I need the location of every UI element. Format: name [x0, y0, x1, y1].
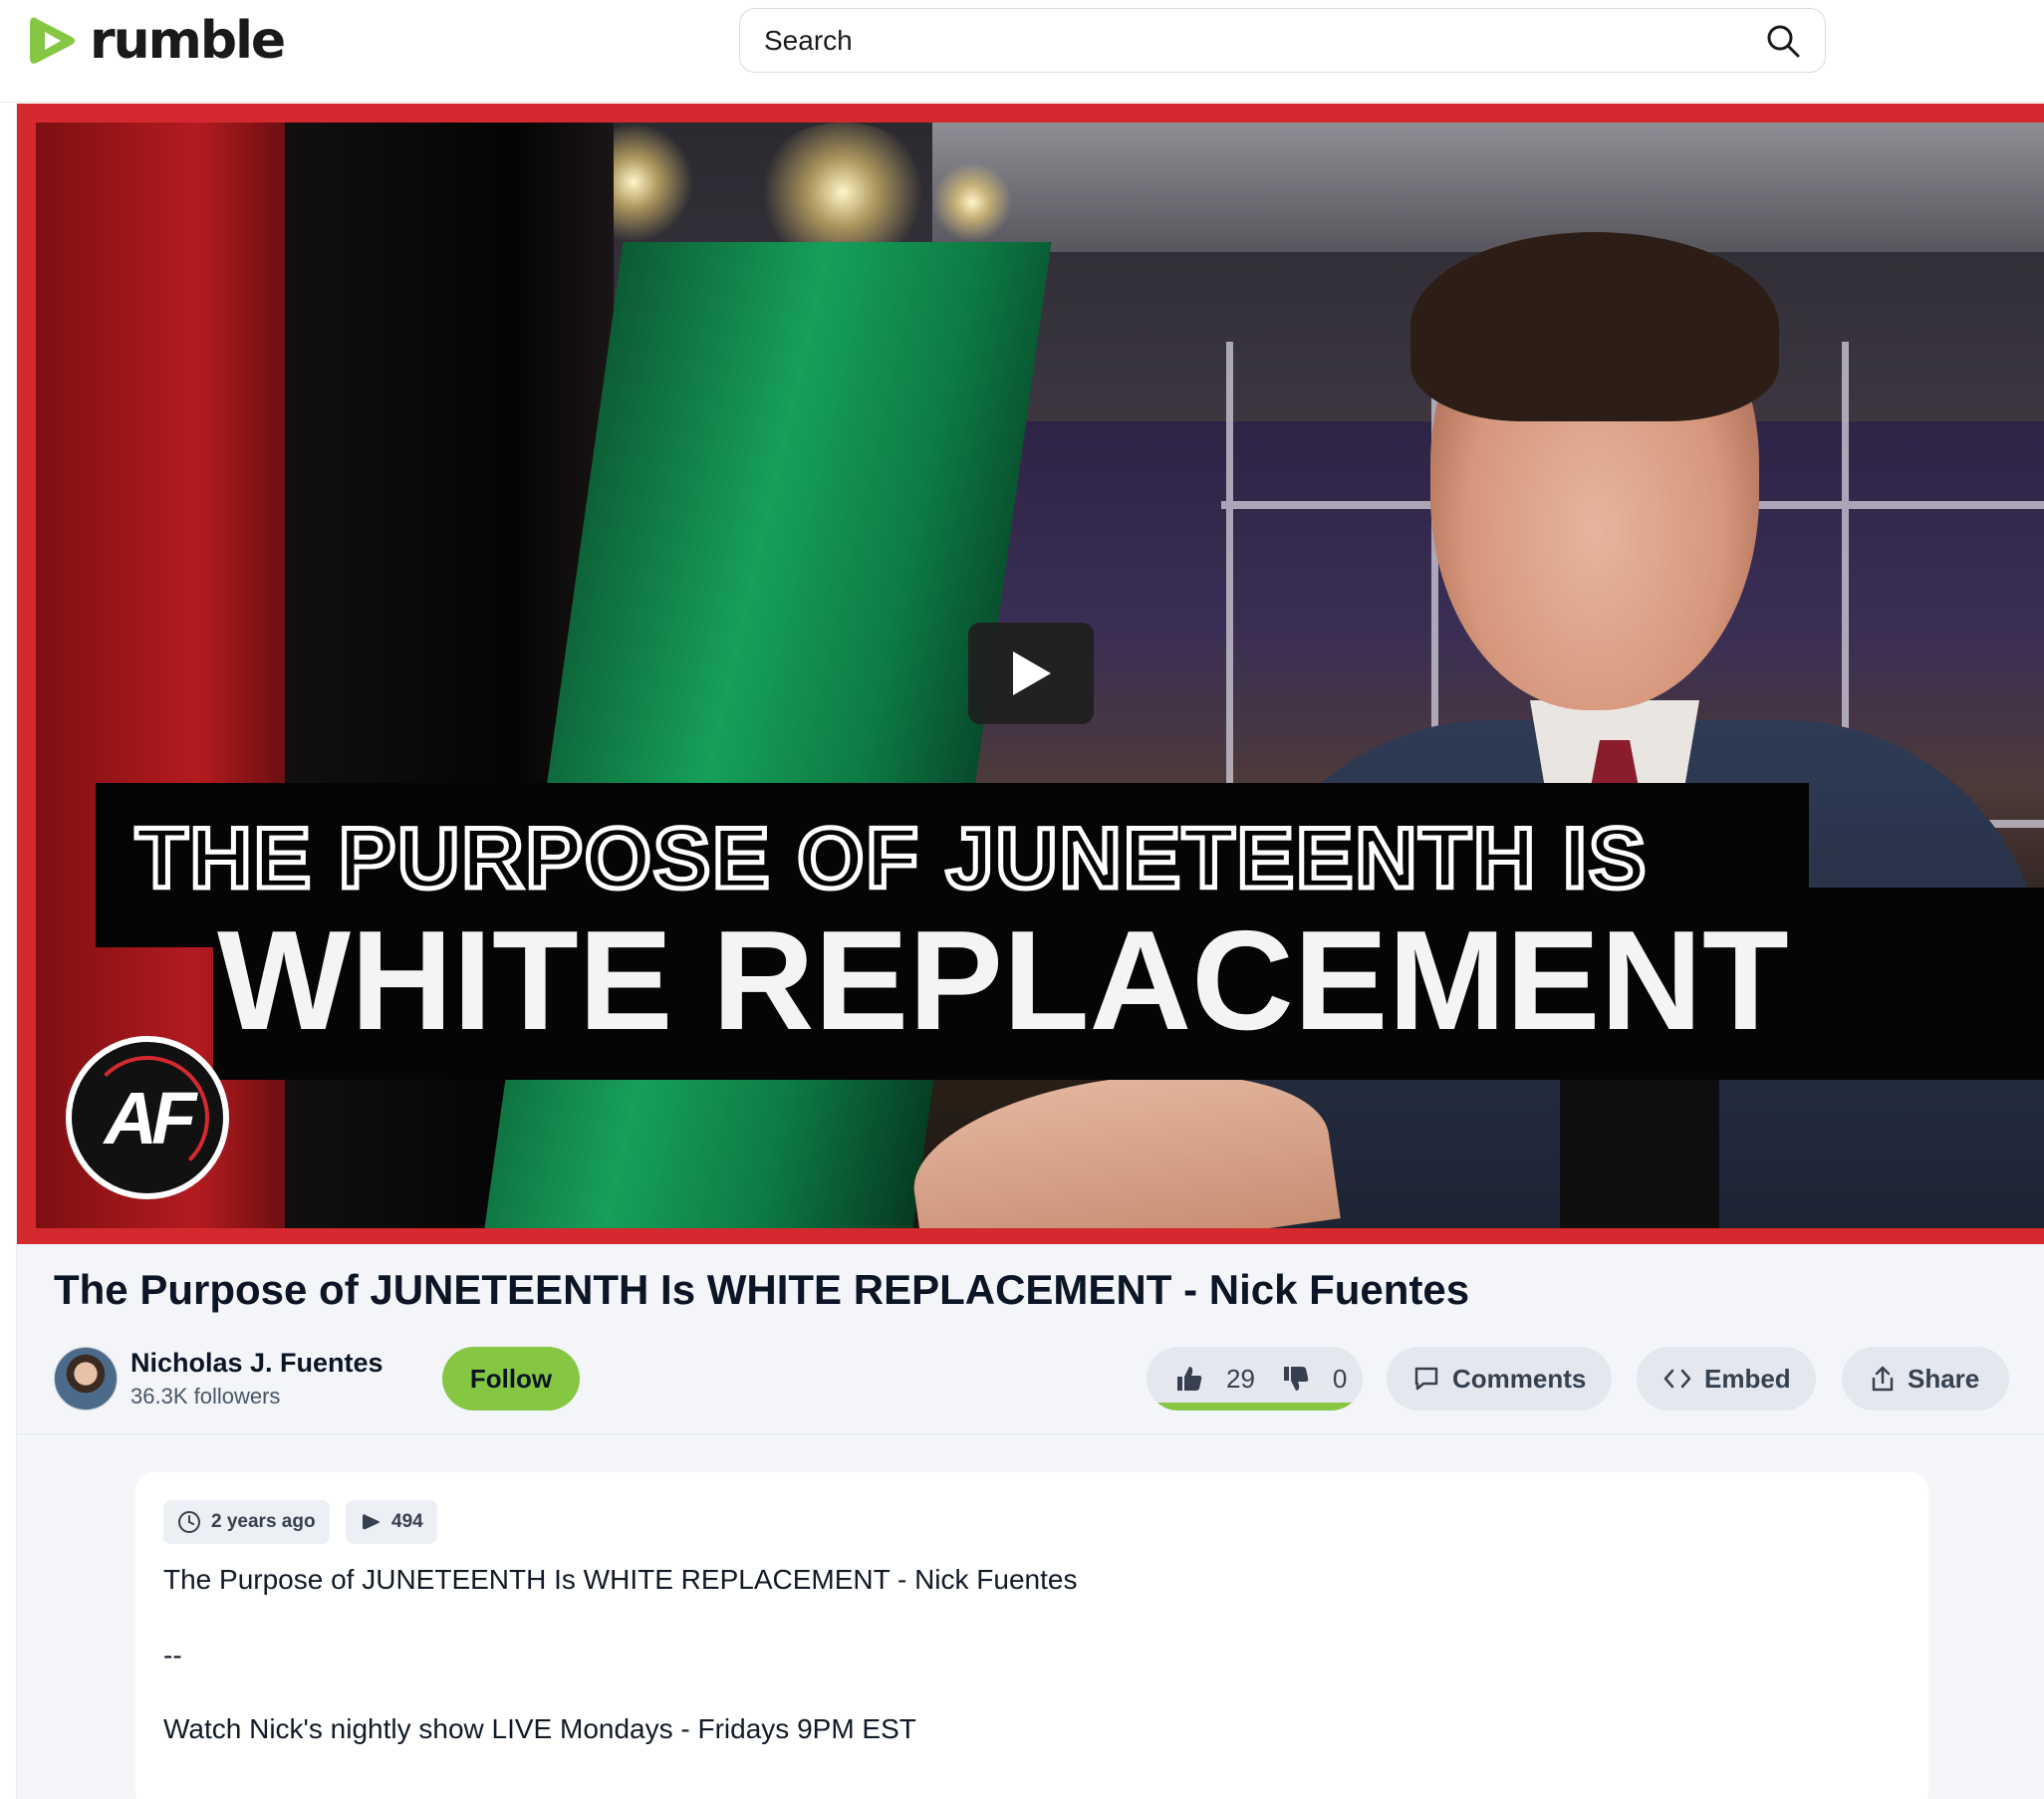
- embed-label: Embed: [1704, 1363, 1791, 1394]
- posted-time-chip: 2 years ago: [163, 1500, 330, 1544]
- follower-count: 36.3K followers: [130, 1384, 281, 1409]
- play-views-icon: [363, 1514, 380, 1530]
- views-chip: 494: [346, 1500, 437, 1544]
- like-count: 29: [1226, 1363, 1255, 1394]
- top-header: rumble: [0, 0, 2044, 103]
- share-icon: [1872, 1366, 1894, 1392]
- view-count: 494: [391, 1511, 423, 1532]
- video-player[interactable]: THE PURPOSE OF JUNETEENTH IS WHITE REPLA…: [17, 104, 2044, 1244]
- af-logo-badge: AF: [66, 1036, 229, 1199]
- thumbs-up-icon[interactable]: [1174, 1364, 1204, 1394]
- thumbnail-caption-line2: WHITE REPLACEMENT: [217, 901, 1789, 1060]
- vote-group: 29 0: [1147, 1347, 1363, 1411]
- description-section: 2 years ago 494 The Purpose of JUNETEENT…: [17, 1436, 2044, 1799]
- search-input[interactable]: [764, 24, 1765, 57]
- thumbs-down-icon[interactable]: [1281, 1364, 1311, 1394]
- clock-icon: [178, 1511, 200, 1533]
- play-button[interactable]: [968, 623, 1094, 724]
- channel-name[interactable]: Nicholas J. Fuentes: [130, 1348, 383, 1379]
- vote-ratio-bar: [1154, 1403, 1355, 1411]
- channel-avatar[interactable]: [54, 1347, 118, 1411]
- comments-button[interactable]: Comments: [1387, 1347, 1612, 1411]
- thumbnail-caption-line1: THE PURPOSE OF JUNETEENTH IS: [132, 809, 1649, 909]
- posted-time: 2 years ago: [211, 1511, 316, 1532]
- share-label: Share: [1908, 1363, 1980, 1394]
- search-icon[interactable]: [1765, 23, 1801, 59]
- description-card: 2 years ago 494 The Purpose of JUNETEENT…: [135, 1472, 1928, 1799]
- code-icon: [1663, 1369, 1691, 1389]
- left-edge: [0, 104, 17, 1799]
- embed-button[interactable]: Embed: [1637, 1347, 1816, 1411]
- rumble-logo[interactable]: rumble: [28, 11, 286, 71]
- follow-button[interactable]: Follow: [442, 1347, 580, 1411]
- description-line: --: [163, 1640, 182, 1670]
- video-title: The Purpose of JUNETEENTH Is WHITE REPLA…: [54, 1266, 1470, 1313]
- video-info: The Purpose of JUNETEENTH Is WHITE REPLA…: [17, 1244, 2044, 1435]
- comments-label: Comments: [1452, 1363, 1587, 1394]
- rumble-logo-icon: [30, 17, 75, 64]
- logo-text: rumble: [90, 11, 286, 71]
- share-button[interactable]: Share: [1842, 1347, 2009, 1411]
- comment-icon: [1414, 1367, 1438, 1391]
- description-line: Watch Nick's nightly show LIVE Mondays -…: [163, 1713, 916, 1744]
- search-bar[interactable]: [739, 8, 1826, 73]
- dislike-count: 0: [1332, 1363, 1348, 1394]
- play-icon: [1013, 651, 1051, 695]
- description-line: The Purpose of JUNETEENTH Is WHITE REPLA…: [163, 1564, 1078, 1595]
